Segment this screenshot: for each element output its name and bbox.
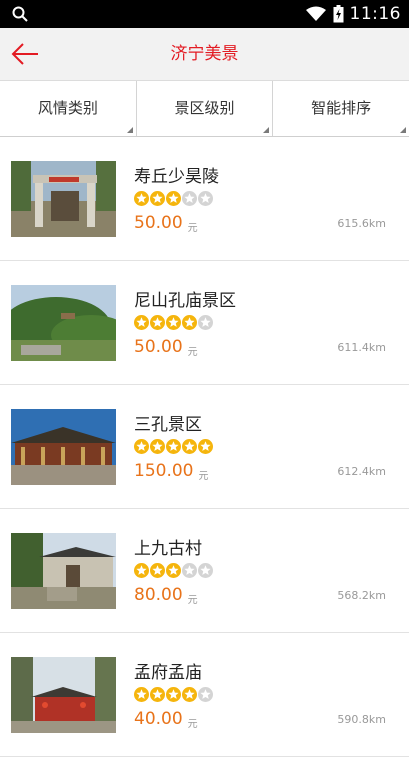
star-filled-icon xyxy=(134,563,149,578)
star-filled-icon xyxy=(182,687,197,702)
scenic-name: 寿丘少昊陵 xyxy=(134,167,219,187)
scenic-name: 上九古村 xyxy=(134,539,202,559)
filter-label: 景区级别 xyxy=(174,99,235,117)
scenic-photo xyxy=(11,533,116,609)
filter-label: 智能排序 xyxy=(311,99,372,117)
star-filled-icon xyxy=(134,191,149,206)
ticket-price: 50.00 元 xyxy=(134,213,198,234)
star-rating xyxy=(134,687,213,702)
star-rating xyxy=(134,315,213,330)
star-empty-icon xyxy=(198,687,213,702)
list-item[interactable]: 寿丘少昊陵 50.00 元 615.6km xyxy=(0,137,409,261)
ticket-price: 150.00 元 xyxy=(134,461,209,482)
star-empty-icon xyxy=(182,191,197,206)
star-rating xyxy=(134,191,213,206)
search-icon[interactable] xyxy=(12,6,28,22)
list-item[interactable]: 三孔景区 150.00 元 612.4km xyxy=(0,385,409,509)
star-rating xyxy=(134,439,213,454)
price-unit: 元 xyxy=(187,347,198,358)
dropdown-corner-icon xyxy=(400,127,407,133)
dropdown-corner-icon xyxy=(263,127,270,133)
star-filled-icon xyxy=(150,687,165,702)
star-filled-icon xyxy=(134,687,149,702)
star-empty-icon xyxy=(198,315,213,330)
list-item[interactable]: 尼山孔庙景区 50.00 元 611.4km xyxy=(0,261,409,385)
distance: 615.6km xyxy=(337,217,386,230)
star-filled-icon xyxy=(182,439,197,454)
wifi-icon xyxy=(305,6,326,21)
filter-sort[interactable]: 智能排序 xyxy=(273,81,409,136)
star-filled-icon xyxy=(150,315,165,330)
star-filled-icon xyxy=(166,315,181,330)
battery-icon xyxy=(333,5,343,23)
app-header: 济宁美景 xyxy=(0,28,409,81)
star-empty-icon xyxy=(182,563,197,578)
star-filled-icon xyxy=(134,439,149,454)
status-bar: 11:16 xyxy=(0,0,409,28)
scenic-name: 三孔景区 xyxy=(134,415,202,435)
distance: 612.4km xyxy=(337,465,386,478)
star-empty-icon xyxy=(198,191,213,206)
star-filled-icon xyxy=(150,563,165,578)
scenic-photo xyxy=(11,409,116,485)
filter-category[interactable]: 风情类别 xyxy=(0,81,137,136)
star-filled-icon xyxy=(134,315,149,330)
list-item[interactable]: 上九古村 80.00 元 568.2km xyxy=(0,509,409,633)
ticket-price: 50.00 元 xyxy=(134,337,198,358)
scenic-photo xyxy=(11,657,116,733)
distance: 568.2km xyxy=(337,589,386,602)
star-filled-icon xyxy=(166,191,181,206)
star-filled-icon xyxy=(150,439,165,454)
star-filled-icon xyxy=(166,687,181,702)
price-unit: 元 xyxy=(198,471,209,482)
price-unit: 元 xyxy=(187,223,198,234)
scenic-list: 寿丘少昊陵 50.00 元 615.6km 尼山孔庙景区 50.00 元 611.4… xyxy=(0,137,409,757)
scenic-name: 孟府孟庙 xyxy=(134,663,202,683)
ticket-price: 40.00 元 xyxy=(134,709,198,730)
star-filled-icon xyxy=(166,563,181,578)
star-filled-icon xyxy=(150,191,165,206)
star-filled-icon xyxy=(182,315,197,330)
dropdown-corner-icon xyxy=(126,127,133,133)
distance: 590.8km xyxy=(337,713,386,726)
clock: 11:16 xyxy=(349,4,401,24)
price-unit: 元 xyxy=(187,719,198,730)
filter-level[interactable]: 景区级别 xyxy=(137,81,274,136)
scenic-photo xyxy=(11,161,116,237)
star-filled-icon xyxy=(198,439,213,454)
star-filled-icon xyxy=(166,439,181,454)
page-title: 济宁美景 xyxy=(170,44,239,64)
distance: 611.4km xyxy=(337,341,386,354)
star-empty-icon xyxy=(198,563,213,578)
scenic-name: 尼山孔庙景区 xyxy=(134,291,236,311)
star-rating xyxy=(134,563,213,578)
scenic-photo xyxy=(11,285,116,361)
list-item[interactable]: 孟府孟庙 40.00 元 590.8km xyxy=(0,633,409,757)
filter-label: 风情类别 xyxy=(37,99,98,117)
ticket-price: 80.00 元 xyxy=(134,585,198,606)
price-unit: 元 xyxy=(187,595,198,606)
filter-bar: 风情类别 景区级别 智能排序 xyxy=(0,81,409,137)
